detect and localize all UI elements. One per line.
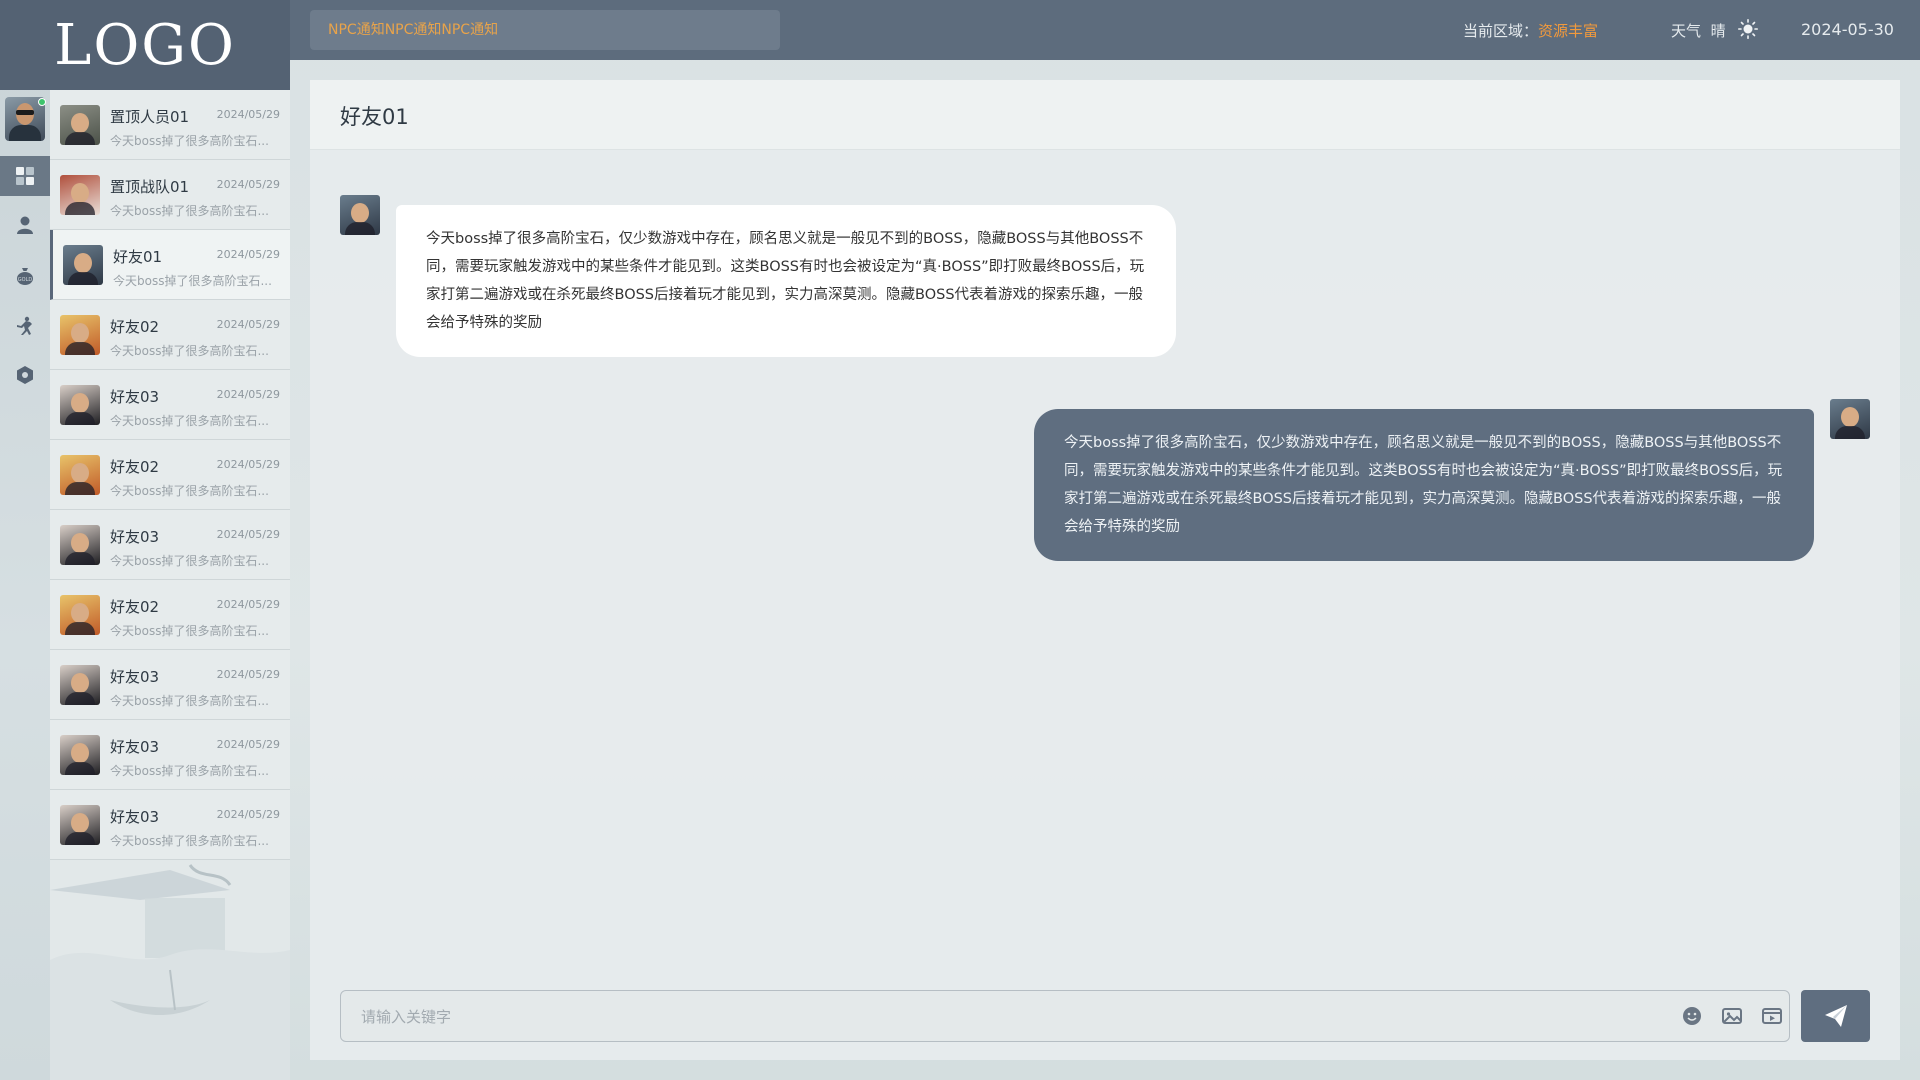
contact-name: 好友02 xyxy=(110,598,160,616)
message-preview: 今天boss掉了很多高阶宝石... xyxy=(110,204,269,218)
contact-avatar xyxy=(60,525,100,565)
chat-list-item[interactable]: 好友02 2024/05/29 今天boss掉了很多高阶宝石... xyxy=(50,440,290,510)
message-date: 2024/05/29 xyxy=(216,388,280,401)
message-date: 2024/05/29 xyxy=(216,318,280,331)
region-value: 资源丰富 xyxy=(1538,22,1599,40)
chat-list-item[interactable]: 好友03 2024/05/29 今天boss掉了很多高阶宝石... xyxy=(50,650,290,720)
contact-name: 好友03 xyxy=(110,668,160,686)
message-input-box xyxy=(340,990,1790,1042)
settings-hex-icon xyxy=(17,366,33,384)
my-avatar[interactable] xyxy=(1830,399,1870,439)
contact-avatar xyxy=(60,595,100,635)
chat-list-item[interactable]: 好友03 2024/05/29 今天boss掉了很多高阶宝石... xyxy=(50,510,290,580)
contact-name: 好友01 xyxy=(113,248,163,266)
contact-avatar xyxy=(63,245,103,285)
sun-icon xyxy=(1738,19,1758,39)
weather-label: 天气 xyxy=(1671,22,1702,40)
chat-list-item[interactable]: 好友02 2024/05/29 今天boss掉了很多高阶宝石... xyxy=(50,300,290,370)
message-preview: 今天boss掉了很多高阶宝石... xyxy=(110,624,269,638)
contact-avatar xyxy=(60,665,100,705)
message-date: 2024/05/29 xyxy=(216,458,280,471)
contact-avatar xyxy=(60,175,100,215)
dashboard-icon xyxy=(16,167,34,185)
contact-avatar xyxy=(60,455,100,495)
chat-list-item[interactable]: 好友03 2024/05/29 今天boss掉了很多高阶宝石... xyxy=(50,720,290,790)
message-date: 2024/05/29 xyxy=(216,598,280,611)
chat-list-item[interactable]: 好友03 2024/05/29 今天boss掉了很多高阶宝石... xyxy=(50,790,290,860)
rail-battle[interactable] xyxy=(0,306,50,346)
logo: LOGO xyxy=(0,0,290,90)
user-icon xyxy=(17,216,33,234)
top-bar: NPC通知NPC通知NPC通知 当前区域：资源丰富 天气 晴 2024-05-3… xyxy=(290,0,1920,60)
image-icon[interactable] xyxy=(1721,1005,1743,1027)
chat-list-item[interactable]: 置顶人员01 2024/05/29 今天boss掉了很多高阶宝石... xyxy=(50,90,290,160)
contact-name: 好友03 xyxy=(110,738,160,756)
emoji-icon[interactable] xyxy=(1681,1005,1703,1027)
landscape-decoration xyxy=(50,860,290,1080)
message-date: 2024/05/29 xyxy=(216,808,280,821)
contact-name: 好友03 xyxy=(110,808,160,826)
chat-list-item[interactable]: 好友02 2024/05/29 今天boss掉了很多高阶宝石... xyxy=(50,580,290,650)
message-preview: 今天boss掉了很多高阶宝石... xyxy=(110,134,269,148)
message-preview: 今天boss掉了很多高阶宝石... xyxy=(110,554,269,568)
contact-name: 好友02 xyxy=(110,458,160,476)
contact-avatar xyxy=(60,315,100,355)
weather-value: 晴 xyxy=(1710,22,1726,40)
chat-panel: 好友01 今天boss掉了很多高阶宝石，仅少数游戏中存在，顾名思义就是一般见不到… xyxy=(310,80,1900,1060)
message-bubble-sent: 今天boss掉了很多高阶宝石，仅少数游戏中存在，顾名思义就是一般见不到的BOSS… xyxy=(1034,409,1814,561)
rail-wallet[interactable]: GOLD xyxy=(0,256,50,296)
message-date: 2024/05/29 xyxy=(216,178,280,191)
weather: 天气 晴 xyxy=(1671,20,1726,41)
message-date: 2024/05/29 xyxy=(216,108,280,121)
contact-name: 好友03 xyxy=(110,388,160,406)
send-button[interactable] xyxy=(1801,990,1870,1042)
npc-notice-banner[interactable]: NPC通知NPC通知NPC通知 xyxy=(310,10,780,50)
message-date: 2024/05/29 xyxy=(216,528,280,541)
message-date: 2024/05/29 xyxy=(216,668,280,681)
current-region: 当前区域：资源丰富 xyxy=(1463,20,1598,41)
message-preview: 今天boss掉了很多高阶宝石... xyxy=(110,834,269,848)
money-bag-icon: GOLD xyxy=(17,268,33,285)
friend-avatar[interactable] xyxy=(340,195,380,235)
contact-avatar xyxy=(60,385,100,425)
chat-header: 好友01 xyxy=(310,80,1900,150)
message-preview: 今天boss掉了很多高阶宝石... xyxy=(110,764,269,778)
message-date: 2024/05/29 xyxy=(216,738,280,751)
message-preview: 今天boss掉了很多高阶宝石... xyxy=(110,344,269,358)
rail-settings[interactable] xyxy=(0,355,50,395)
contact-avatar xyxy=(60,105,100,145)
fighter-icon xyxy=(17,316,32,335)
message-preview: 今天boss掉了很多高阶宝石... xyxy=(110,414,269,428)
contact-name: 好友02 xyxy=(110,318,160,336)
contact-avatar xyxy=(60,735,100,775)
message-bubble-received: 今天boss掉了很多高阶宝石，仅少数游戏中存在，顾名思义就是一般见不到的BOSS… xyxy=(396,205,1176,357)
contact-name: 置顶人员01 xyxy=(110,108,190,126)
message-preview: 今天boss掉了很多高阶宝石... xyxy=(110,694,269,708)
paper-plane-icon xyxy=(1824,1005,1847,1027)
contact-avatar xyxy=(60,805,100,845)
online-status-dot xyxy=(38,98,46,106)
current-date: 2024-05-30 xyxy=(1801,20,1894,39)
chat-list-item-active[interactable]: 好友01 2024/05/29 今天boss掉了很多高阶宝石... xyxy=(50,230,290,300)
chat-list-item[interactable]: 好友03 2024/05/29 今天boss掉了很多高阶宝石... xyxy=(50,370,290,440)
message-preview: 今天boss掉了很多高阶宝石... xyxy=(113,274,272,288)
contact-name: 置顶战队01 xyxy=(110,178,190,196)
contact-name: 好友03 xyxy=(110,528,160,546)
svg-text:GOLD: GOLD xyxy=(18,277,33,283)
video-icon[interactable] xyxy=(1761,1005,1783,1027)
region-label: 当前区域： xyxy=(1463,22,1539,40)
message-preview: 今天boss掉了很多高阶宝石... xyxy=(110,484,269,498)
chat-list-item[interactable]: 置顶战队01 2024/05/29 今天boss掉了很多高阶宝石... xyxy=(50,160,290,230)
message-input[interactable] xyxy=(361,1003,1661,1031)
rail-contacts[interactable] xyxy=(0,205,50,245)
rail-dashboard[interactable] xyxy=(0,156,50,196)
chat-title: 好友01 xyxy=(340,105,409,129)
message-date: 2024/05/29 xyxy=(216,248,280,261)
